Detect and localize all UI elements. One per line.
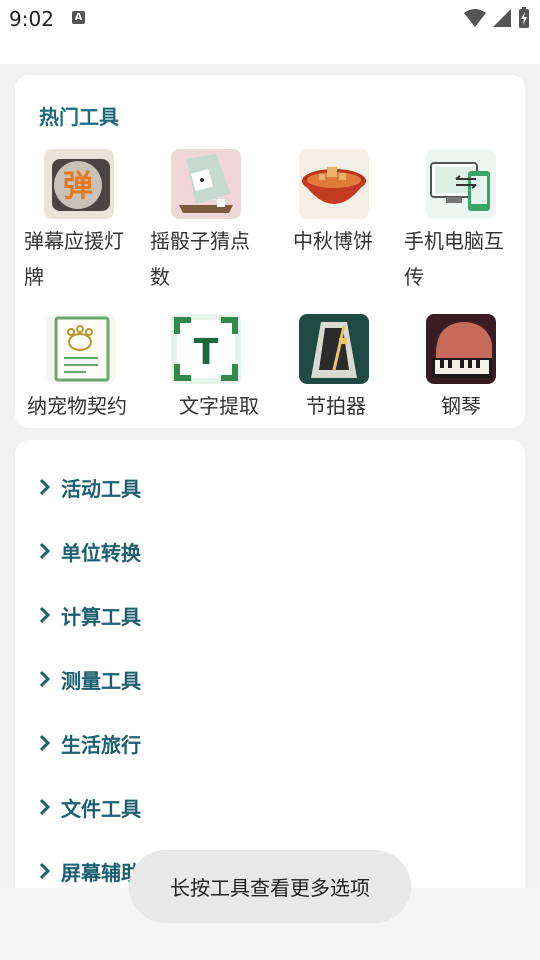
text-extract-icon: T	[171, 314, 241, 384]
metronome-icon	[299, 314, 369, 384]
category-unit-convert[interactable]: 单位转换	[35, 531, 141, 571]
category-file[interactable]: 文件工具	[35, 787, 141, 827]
category-label: 计算工具	[61, 604, 141, 629]
app-header	[0, 38, 540, 64]
phone-pc-transfer-icon	[426, 149, 496, 219]
hot-tools-title: 热门工具	[39, 105, 119, 129]
category-calculate[interactable]: 计算工具	[35, 595, 141, 635]
mooncake-bowl-icon	[299, 149, 369, 219]
tool-dice[interactable]: 摇骰子猜点 数	[150, 149, 276, 299]
tool-piano[interactable]: 钢琴	[404, 314, 530, 424]
category-activity[interactable]: 活动工具	[35, 467, 141, 507]
tool-phone-pc-transfer[interactable]: 手机电脑互 传	[404, 149, 530, 299]
category-screen-assist[interactable]: 屏幕辅助	[35, 851, 141, 891]
category-label: 活动工具	[61, 476, 141, 501]
hot-tools-card: 热门工具 弹 弹幕应援灯 牌 摇骰子猜点 数 中秋博饼 手机电脑互 传 纳宠物契…	[15, 75, 525, 428]
tool-text-extract[interactable]: T 文字提取	[150, 314, 276, 424]
chevron-right-icon	[39, 478, 51, 496]
tool-label: 钢琴	[441, 394, 481, 418]
tool-label: 文字提取	[179, 394, 259, 418]
chevron-right-icon	[39, 542, 51, 560]
tool-metronome[interactable]: 节拍器	[277, 314, 403, 424]
tool-label: 节拍器	[306, 394, 366, 418]
tool-mooncake[interactable]: 中秋博饼	[277, 149, 403, 299]
pet-contract-icon	[46, 314, 116, 384]
toast-message: 长按工具查看更多选项	[129, 850, 411, 923]
tool-label: 纳宠物契约	[27, 394, 127, 418]
tool-label-line2: 牌	[24, 265, 44, 289]
category-label: 生活旅行	[61, 732, 141, 757]
tool-label: 手机电脑互	[404, 229, 504, 253]
tool-label: 中秋博饼	[293, 229, 373, 253]
dice-icon	[171, 149, 241, 219]
piano-icon	[426, 314, 496, 384]
chevron-right-icon	[39, 606, 51, 624]
category-measure[interactable]: 测量工具	[35, 659, 141, 699]
category-label: 单位转换	[61, 540, 141, 565]
signal-icon	[493, 9, 511, 27]
tool-label-line2: 数	[150, 265, 170, 289]
status-icons	[464, 7, 530, 29]
status-bar: 9:02 A	[0, 0, 540, 38]
tool-pet-contract[interactable]: 纳宠物契约	[24, 314, 150, 424]
category-life-travel[interactable]: 生活旅行	[35, 723, 141, 763]
chevron-right-icon	[39, 798, 51, 816]
chevron-right-icon	[39, 862, 51, 880]
text-extract-glyph: T	[194, 332, 219, 373]
notification-a-icon: A	[72, 11, 85, 24]
danmaku-glyph: 弹	[63, 169, 93, 204]
tool-label-line2: 传	[404, 265, 424, 289]
battery-icon	[519, 7, 529, 28]
wifi-icon	[464, 9, 486, 27]
danmaku-lightboard-icon: 弹	[44, 149, 114, 219]
status-time: 9:02	[9, 7, 54, 31]
tool-danmaku-lightboard[interactable]: 弹 弹幕应援灯 牌	[24, 149, 150, 299]
tool-label: 摇骰子猜点	[150, 229, 250, 253]
tool-label: 弹幕应援灯	[24, 229, 124, 253]
chevron-right-icon	[39, 670, 51, 688]
category-label: 文件工具	[61, 796, 141, 821]
category-label: 测量工具	[61, 668, 141, 693]
chevron-right-icon	[39, 734, 51, 752]
